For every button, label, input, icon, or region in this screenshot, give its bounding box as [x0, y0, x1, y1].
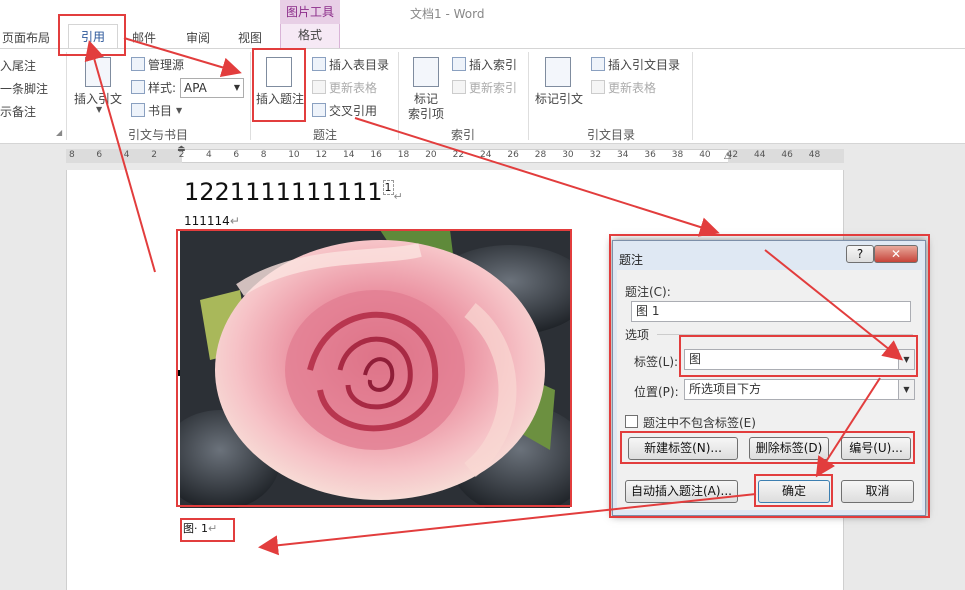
ruler-tick-label: 36 [644, 150, 656, 160]
manage-sources-button[interactable]: 管理源 [148, 56, 184, 73]
ruler-tick-label: 4 [206, 150, 212, 160]
ruler-tick-label: 48 [808, 150, 821, 160]
paragraph-mark-icon: ↵ [229, 214, 240, 228]
ruler-tick-label: 22 [452, 150, 465, 160]
tab-mailings[interactable]: 邮件 [132, 29, 156, 46]
ruler-tick-label: 44 [754, 150, 766, 160]
group-label-captions: 题注 [313, 128, 338, 142]
ruler-tick-label: 2 [151, 150, 157, 160]
highlight-image [176, 229, 572, 507]
ruler-tick-label: 16 [370, 150, 382, 160]
ruler-tick-label: 8 [260, 150, 267, 160]
ruler-tick-label: 12 [315, 150, 328, 160]
style-select[interactable]: APA ▼ [180, 78, 244, 98]
manage-sources-icon [131, 57, 145, 71]
ruler-tick-label: 32 [589, 150, 602, 160]
document-line[interactable]: 111114↵ [184, 214, 240, 228]
group-label-toa: 引文目录 [587, 128, 636, 142]
highlight-label-select [679, 335, 918, 377]
cross-reference-button[interactable]: 交叉引用 [329, 102, 377, 119]
insert-toa-icon [591, 57, 605, 71]
ruler-tick-label: 30 [562, 150, 574, 160]
show-notes-button[interactable]: 示备注 [0, 103, 36, 120]
footnote-reference[interactable]: 1 [382, 180, 394, 195]
chevron-down-icon: ▼ [176, 106, 183, 115]
ruler-tick-label: 14 [343, 150, 355, 160]
bibliography-icon [131, 103, 145, 117]
highlight-caption [180, 518, 235, 542]
update-index-button[interactable]: 更新索引 [469, 79, 517, 96]
ruler-tick-label: 34 [617, 150, 629, 160]
tab-format[interactable]: 格式 [280, 24, 340, 48]
tab-page-layout[interactable]: 页面布局 [2, 29, 50, 46]
ruler-tick-label: 20 [425, 150, 437, 160]
style-select-value: APA [184, 81, 207, 95]
group-separator [398, 52, 399, 140]
group-label-index: 索引 [451, 128, 476, 142]
bibliography-button[interactable]: 书目 [148, 102, 172, 119]
ruler-tick-label: 8 [69, 150, 75, 160]
ruler-tick-label: 28 [534, 150, 547, 160]
highlight-label-buttons [620, 431, 915, 464]
chevron-down-icon: ▼ [233, 83, 240, 92]
insert-citation-icon [85, 57, 111, 87]
ruler-tick-label: 40 [699, 150, 711, 160]
insert-index-icon [452, 57, 466, 71]
style-icon [131, 80, 145, 94]
ruler-tick-label: 26 [507, 150, 519, 160]
table-of-figures-icon [312, 57, 326, 71]
ruler-tick-label: 6 [233, 150, 240, 160]
mark-citation-icon [545, 57, 571, 87]
mark-citation-button[interactable]: 标记引文 [535, 90, 583, 107]
style-label: 样式: [148, 81, 177, 95]
highlight-insert-caption [252, 48, 306, 122]
group-separator [528, 52, 529, 140]
insert-table-of-figures-button[interactable]: 插入表目录 [329, 56, 389, 73]
document-heading[interactable]: 1221111111111 1↵ [184, 178, 403, 206]
update-toa-icon [591, 80, 605, 94]
ruler-tick-label: 24 [480, 150, 492, 160]
update-table-button[interactable]: 更新表格 [329, 79, 377, 96]
line-text: 111114 [184, 214, 230, 228]
insert-index-button[interactable]: 插入索引 [469, 56, 517, 73]
group-separator [250, 52, 251, 140]
ruler-tick-label: 18 [397, 150, 410, 160]
paragraph-mark-icon: ↵ [393, 190, 403, 203]
ruler-tick-label: 4 [123, 150, 130, 160]
group-label-citations: 引文与书目 [128, 128, 189, 142]
indent-marker-icon[interactable]: ⏏ [177, 144, 186, 154]
heading-text: 1221111111111 [184, 178, 383, 206]
mark-entry-button-line2[interactable]: 索引项 [408, 105, 444, 122]
highlight-references-tab [58, 14, 126, 56]
insert-endnote-button[interactable]: 入尾注 [0, 57, 36, 74]
highlight-ok-button [754, 474, 833, 507]
chevron-down-icon: ▼ [96, 105, 103, 114]
update-index-icon [452, 80, 466, 94]
right-indent-marker-icon[interactable]: △ [724, 151, 731, 161]
tab-review[interactable]: 审阅 [186, 29, 210, 46]
update-table-icon [312, 80, 326, 94]
cross-reference-icon [312, 103, 326, 117]
ruler-ticks: 8 6 4 2 2 4 6 8 10 12 14 16 18 20 22 24 26 28 30 32 34 36 38 40… [0, 150, 965, 162]
tab-view[interactable]: 视图 [238, 29, 262, 46]
next-footnote-button[interactable]: 一条脚注 [0, 80, 48, 97]
ruler-tick-label: 38 [671, 150, 684, 160]
picture-tools-header: 图片工具 [280, 0, 340, 24]
mark-entry-icon [413, 57, 439, 87]
insert-toa-button[interactable]: 插入引文目录 [608, 56, 680, 73]
ruler-tick-label: 46 [781, 150, 793, 160]
update-toa-button[interactable]: 更新表格 [608, 79, 656, 96]
dialog-launcher-icon[interactable]: ◢ [56, 128, 62, 137]
ruler-tick-label: 10 [288, 150, 300, 160]
group-separator [692, 52, 693, 140]
window-title: 文档1 - Word [410, 7, 485, 21]
ruler-tick-label: 6 [96, 150, 103, 160]
group-separator [66, 52, 67, 140]
